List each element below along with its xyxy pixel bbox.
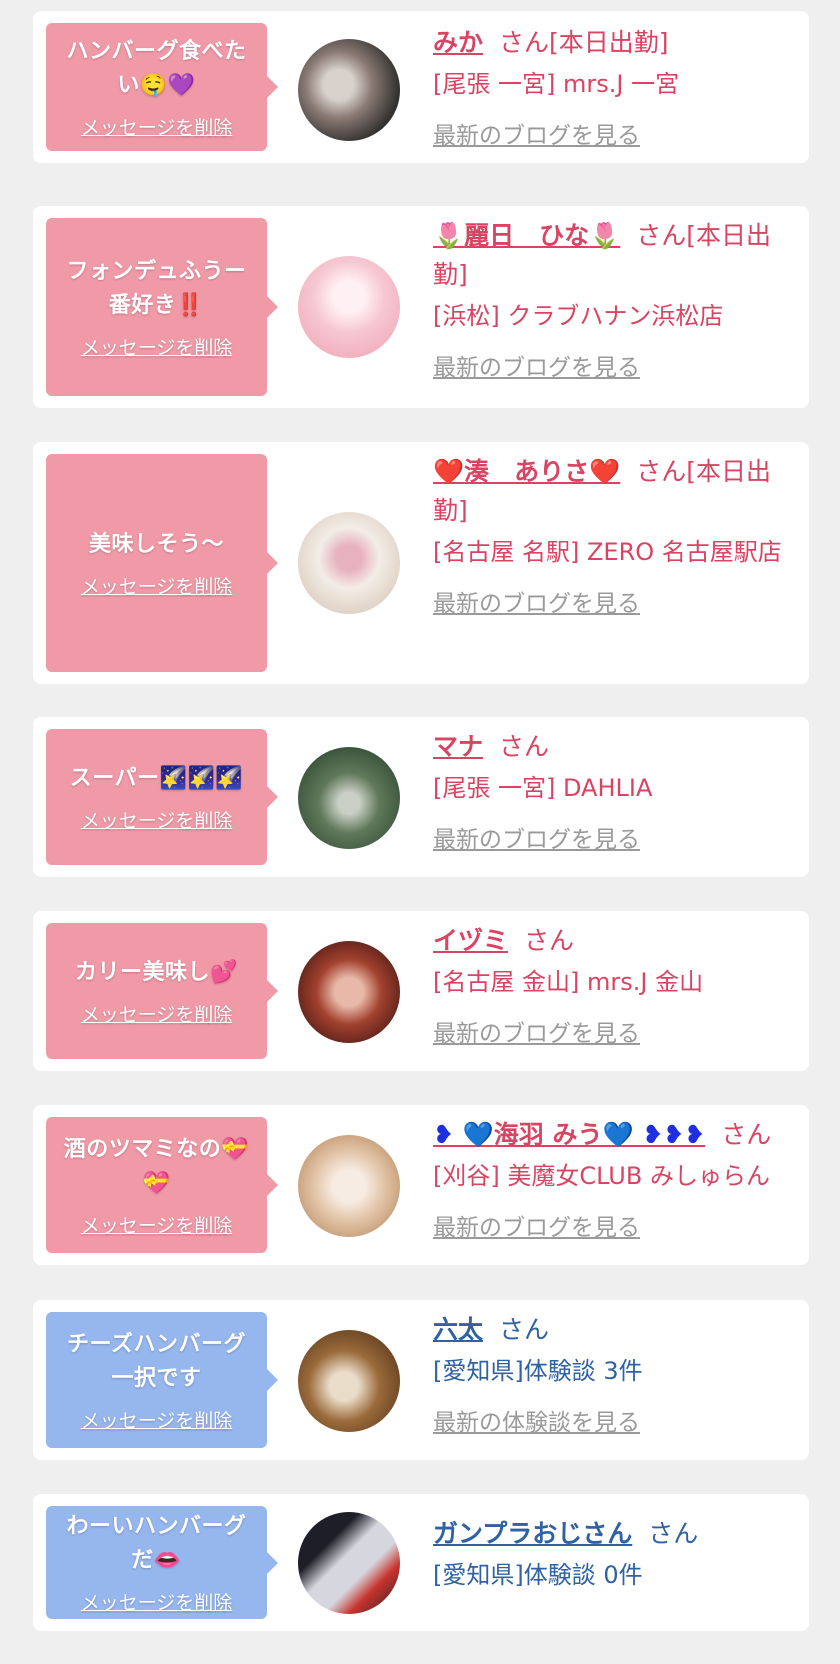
delete-message-link[interactable]: メッセージを削除: [81, 1211, 233, 1238]
message-text: スーパー🌠🌠🌠: [69, 765, 244, 791]
delete-message-link[interactable]: メッセージを削除: [81, 1588, 233, 1615]
message-bubble: フォンデュふうー番好き‼️ メッセージを削除: [46, 218, 278, 396]
shop-label: [刈谷] 美魔女CLUB みしゅらん: [433, 1162, 770, 1190]
message-text: チーズハンバーグ一択です: [67, 1331, 246, 1391]
message-text: ハンバーグ食べたい🤤💜: [66, 38, 247, 98]
heart-icon: ❤️: [433, 457, 465, 486]
name-line: ガンプラおじさん さん: [433, 1514, 803, 1553]
name-line: みか さん[本日出勤]: [433, 23, 803, 62]
delete-message-link[interactable]: メッセージを削除: [81, 806, 233, 833]
profile-info: ❤️湊 ありさ❤️ さん[本日出勤] [名古屋 名駅] ZERO 名古屋駅店 最新…: [433, 452, 803, 618]
avatar[interactable]: [298, 1135, 400, 1237]
delete-message-link[interactable]: メッセージを削除: [81, 1406, 233, 1433]
message-text: 美味しそう〜: [88, 531, 224, 557]
cast-name-link[interactable]: マナ: [433, 732, 483, 761]
avatar[interactable]: [298, 512, 400, 614]
profile-info: ❥ 💙海羽 みう💙 ❥❥❥ さん [刈谷] 美魔女CLUB みしゅらん 最新のブロ…: [433, 1115, 803, 1242]
delete-message-link[interactable]: メッセージを削除: [81, 1000, 233, 1027]
reviewer-name-link[interactable]: ガンプラおじさん: [433, 1519, 632, 1548]
name-line: ❥ 💙海羽 みう💙 ❥❥❥ さん: [433, 1115, 803, 1154]
message-text: カリー美味し💕: [75, 959, 238, 985]
message-card: カリー美味し💕 メッセージを削除 イヅミ さん [名古屋 金山] mrs.J 金山…: [33, 911, 809, 1071]
review-count-label: [愛知県]体験談 0件: [433, 1561, 643, 1589]
avatar[interactable]: [298, 941, 400, 1043]
avatar[interactable]: [298, 1330, 400, 1432]
latest-blog-link[interactable]: 最新のブログを見る: [433, 1208, 803, 1242]
name-line: マナ さん: [433, 727, 803, 766]
honorific: さん: [721, 1120, 772, 1149]
message-text: フォンデュふうー番好き‼️: [66, 258, 247, 318]
latest-blog-link[interactable]: 最新のブログを見る: [433, 820, 803, 854]
profile-info: 六太 さん [愛知県]体験談 3件 最新の体験談を見る: [433, 1310, 803, 1437]
message-card: スーパー🌠🌠🌠 メッセージを削除 マナ さん [尾張 一宮] DAHLIA 最新の…: [33, 717, 809, 877]
name-line: イヅミ さん: [433, 921, 803, 960]
message-bubble: 酒のツマミなの💝💝 メッセージを削除: [46, 1117, 278, 1253]
avatar[interactable]: [298, 256, 400, 358]
shop-label: [尾張 一宮] DAHLIA: [433, 774, 653, 802]
tulip-icon: 🌷: [433, 221, 465, 250]
honorific: さん: [499, 1315, 550, 1344]
review-count-label: [愛知県]体験談 3件: [433, 1357, 643, 1385]
message-bubble: ハンバーグ食べたい🤤💜 メッセージを削除: [46, 23, 278, 151]
cast-name-link[interactable]: ❤️湊 ありさ❤️: [433, 457, 620, 486]
name-line: 🌷麗日 ひな🌷 さん[本日出勤]: [433, 216, 803, 294]
avatar[interactable]: [298, 1512, 400, 1614]
delete-message-link[interactable]: メッセージを削除: [81, 572, 233, 599]
tulip-icon: 🌷: [589, 221, 621, 250]
message-card: 美味しそう〜 メッセージを削除 ❤️湊 ありさ❤️ さん[本日出勤] [名古屋 名…: [33, 442, 809, 684]
cast-name-link[interactable]: ❥ 💙海羽 みう💙 ❥❥❥: [433, 1120, 705, 1149]
message-card: 酒のツマミなの💝💝 メッセージを削除 ❥ 💙海羽 みう💙 ❥❥❥ さん [刈谷] …: [33, 1105, 809, 1265]
latest-review-link[interactable]: 最新の体験談を見る: [433, 1403, 803, 1437]
message-bubble: チーズハンバーグ一択です メッセージを削除: [46, 1312, 278, 1448]
blue-heart-icon: ❥ 💙: [433, 1120, 494, 1149]
profile-info: マナ さん [尾張 一宮] DAHLIA 最新のブログを見る: [433, 727, 803, 854]
message-bubble: わーいハンバーグだ👄 メッセージを削除: [46, 1506, 278, 1619]
message-list: ハンバーグ食べたい🤤💜 メッセージを削除 みか さん[本日出勤] [尾張 一宮] …: [0, 0, 840, 1664]
message-text: わーいハンバーグだ👄: [66, 1514, 247, 1573]
name-line: 六太 さん: [433, 1310, 803, 1349]
message-card: フォンデュふうー番好き‼️ メッセージを削除 🌷麗日 ひな🌷 さん[本日出勤] […: [33, 206, 809, 408]
message-bubble: スーパー🌠🌠🌠 メッセージを削除: [46, 729, 278, 865]
cast-name-link[interactable]: イヅミ: [433, 926, 508, 955]
honorific: さん: [499, 732, 550, 761]
blue-heart-icon: 💙 ❥❥❥: [602, 1120, 706, 1149]
avatar[interactable]: [298, 747, 400, 849]
message-card: わーいハンバーグだ👄 メッセージを削除 ガンプラおじさん さん [愛知県]体験談 …: [33, 1494, 809, 1631]
delete-message-link[interactable]: メッセージを削除: [81, 113, 233, 140]
message-card: チーズハンバーグ一択です メッセージを削除 六太 さん [愛知県]体験談 3件 最…: [33, 1300, 809, 1460]
profile-info: 🌷麗日 ひな🌷 さん[本日出勤] [浜松] クラブハナン浜松店 最新のブログを見る: [433, 216, 803, 382]
honorific: さん[本日出勤]: [499, 28, 669, 57]
shop-label: [浜松] クラブハナン浜松店: [433, 302, 724, 330]
latest-blog-link[interactable]: 最新のブログを見る: [433, 1014, 803, 1048]
message-text: 酒のツマミなの💝💝: [63, 1136, 250, 1196]
profile-info: イヅミ さん [名古屋 金山] mrs.J 金山 最新のブログを見る: [433, 921, 803, 1048]
cast-name-text: 海羽 みう: [493, 1120, 603, 1149]
honorific: さん: [648, 1519, 699, 1548]
cast-name-text: 湊 ありさ: [464, 457, 590, 486]
delete-message-link[interactable]: メッセージを削除: [81, 333, 233, 360]
latest-blog-link[interactable]: 最新のブログを見る: [433, 584, 803, 618]
profile-info: ガンプラおじさん さん [愛知県]体験談 0件: [433, 1514, 803, 1595]
shop-label: [尾張 一宮] mrs.J 一宮: [433, 70, 680, 98]
profile-info: みか さん[本日出勤] [尾張 一宮] mrs.J 一宮 最新のブログを見る: [433, 23, 803, 150]
cast-name-text: 麗日 ひな: [464, 221, 590, 250]
avatar[interactable]: [298, 39, 400, 141]
cast-name-link[interactable]: みか: [433, 28, 483, 57]
cast-name-link[interactable]: 🌷麗日 ひな🌷: [433, 221, 620, 250]
honorific: さん: [524, 926, 575, 955]
message-bubble: カリー美味し💕 メッセージを削除: [46, 923, 278, 1059]
message-card: ハンバーグ食べたい🤤💜 メッセージを削除 みか さん[本日出勤] [尾張 一宮] …: [33, 11, 809, 163]
message-bubble: 美味しそう〜 メッセージを削除: [46, 454, 278, 672]
latest-blog-link[interactable]: 最新のブログを見る: [433, 348, 803, 382]
reviewer-name-link[interactable]: 六太: [433, 1315, 483, 1344]
name-line: ❤️湊 ありさ❤️ さん[本日出勤]: [433, 452, 803, 530]
shop-label: [名古屋 名駅] ZERO 名古屋駅店: [433, 538, 782, 566]
latest-blog-link[interactable]: 最新のブログを見る: [433, 116, 803, 150]
heart-icon: ❤️: [589, 457, 621, 486]
shop-label: [名古屋 金山] mrs.J 金山: [433, 968, 704, 996]
